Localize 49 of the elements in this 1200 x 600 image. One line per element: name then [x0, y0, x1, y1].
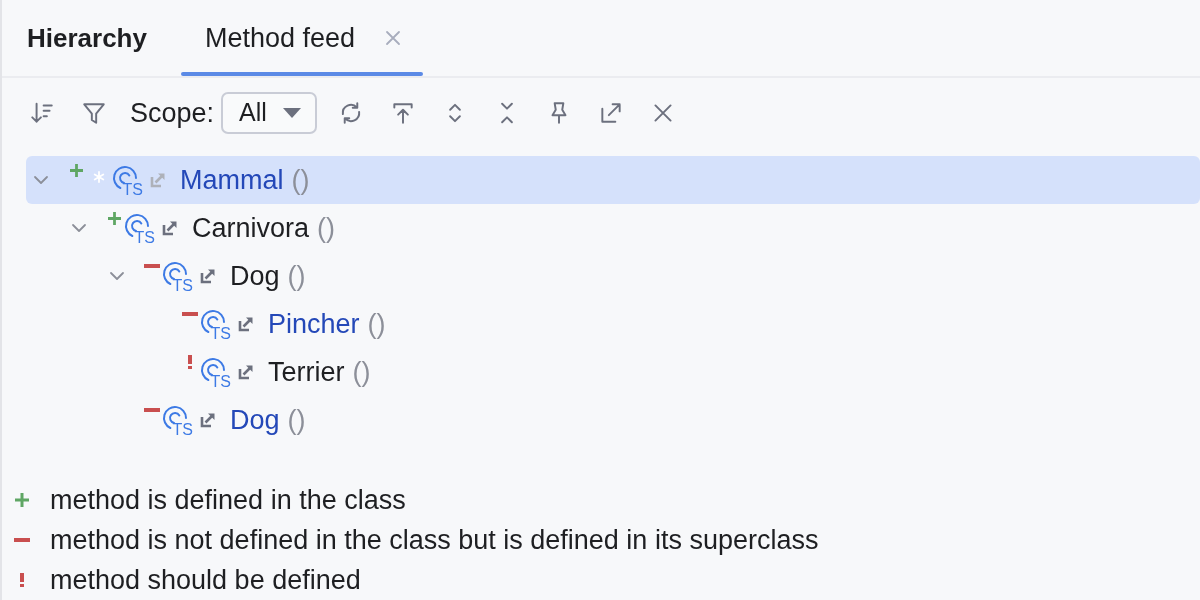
plus-icon	[15, 493, 29, 507]
exclamation-icon	[188, 355, 192, 369]
tree-row[interactable]: TS Dog ()	[26, 252, 1200, 300]
class-name: Dog	[230, 404, 280, 436]
navigate-arrow-icon[interactable]	[238, 316, 254, 332]
exclamation-icon	[20, 573, 24, 587]
class-name: Terrier	[268, 356, 345, 388]
navigate-arrow-icon[interactable]	[200, 412, 216, 428]
parameter-list: ()	[367, 308, 386, 340]
parameter-list: ()	[287, 260, 306, 292]
language-tag: TS	[172, 278, 193, 293]
language-tag: TS	[210, 374, 231, 389]
legend-text: method is defined in the class	[50, 485, 406, 515]
chevron-down-icon[interactable]	[109, 271, 125, 281]
class-name: Mammal	[180, 164, 284, 196]
class-name: Carnivora	[192, 212, 310, 244]
class-name: Dog	[230, 260, 280, 292]
parameter-list: ()	[291, 164, 310, 196]
language-tag: TS	[172, 422, 193, 437]
parameter-list: ()	[317, 212, 336, 244]
tree-row[interactable]: TS Carnivora ()	[26, 204, 1200, 252]
class-name: Pincher	[268, 308, 360, 340]
minus-icon	[144, 408, 160, 412]
caret-icon	[283, 107, 302, 118]
plus-icon	[69, 163, 83, 177]
parameter-list: ()	[352, 356, 371, 388]
tree-row[interactable]: TS Pincher ()	[26, 300, 1200, 348]
parameter-list: ()	[287, 404, 306, 436]
navigate-arrow-icon[interactable]	[162, 220, 178, 236]
tab[interactable]: Method feed	[180, 0, 424, 77]
minus-icon	[144, 264, 160, 268]
language-tag: TS	[122, 182, 143, 197]
plus-icon	[107, 211, 121, 225]
tree-row[interactable]: TS Terrier ()	[26, 348, 1200, 396]
scope-dropdown[interactable]: All	[221, 91, 318, 134]
panel-title: Hierarchy	[27, 23, 147, 54]
language-tag: TS	[134, 230, 155, 245]
navigate-arrow-icon[interactable]	[238, 364, 254, 380]
minus-icon	[14, 538, 30, 542]
tree-row[interactable]: TS Mammal ()	[26, 156, 1200, 204]
navigate-arrow-icon[interactable]	[200, 268, 216, 284]
scope-label: Scope:	[130, 96, 215, 129]
legend-text: method should be defined	[50, 565, 361, 595]
chevron-down-icon[interactable]	[33, 175, 49, 185]
language-tag: TS	[210, 326, 231, 341]
minus-icon	[182, 312, 198, 316]
tree-row[interactable]: TS Dog ()	[26, 396, 1200, 444]
legend-text: method is not defined in the class but is defined in its superclass	[50, 525, 819, 555]
chevron-down-icon[interactable]	[71, 223, 87, 233]
